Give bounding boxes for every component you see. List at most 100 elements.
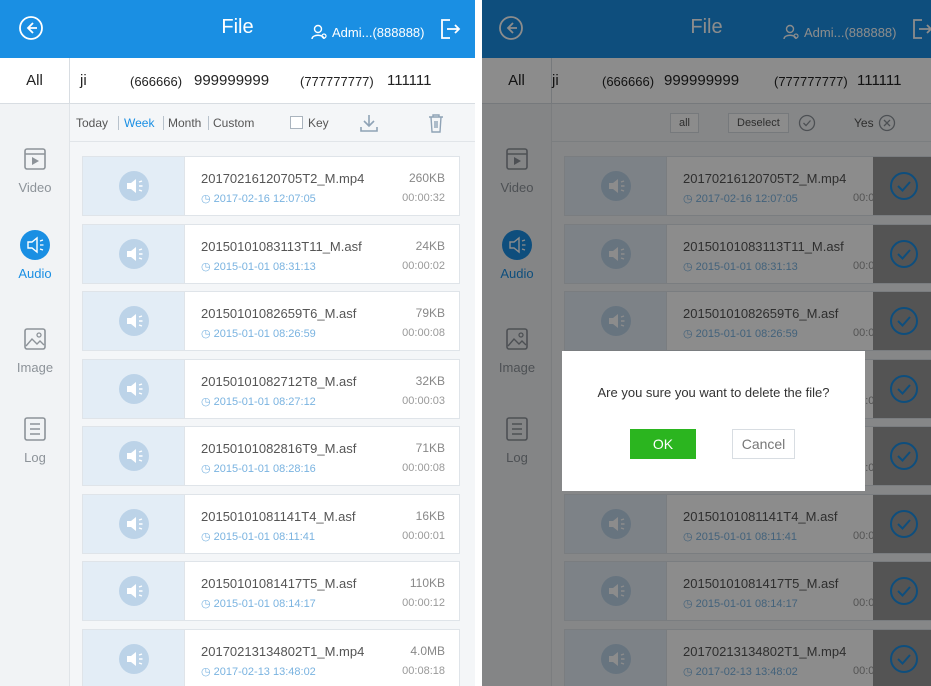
file-duration: 00:00:32 (402, 192, 445, 204)
cancel-button[interactable]: Cancel (732, 429, 795, 459)
speaker-icon (119, 306, 149, 336)
file-name: 20150101081417T5_M.asf (201, 576, 357, 591)
image-icon (24, 328, 46, 350)
key-checkbox[interactable] (290, 116, 303, 129)
file-time: ◷ 2015-01-01 08:31:13 (201, 260, 316, 273)
logout-icon[interactable] (438, 17, 462, 41)
trash-icon[interactable] (426, 112, 446, 134)
divider (208, 116, 209, 130)
file-card[interactable]: 20150101081141T4_M.asf ◷ 2015-01-01 08:11… (82, 493, 460, 554)
dialog-message: Are you sure you want to delete the file… (597, 385, 830, 400)
file-duration: 00:00:02 (402, 259, 445, 272)
file-duration: 00:00:01 (402, 529, 445, 542)
file-time-value: 2015-01-01 08:28:16 (213, 463, 316, 475)
file-time: ◷ 2015-01-01 08:14:17 (201, 598, 316, 610)
file-time: ◷ 2017-02-13 13:48:02 (201, 665, 316, 678)
file-thumbnail (83, 494, 185, 553)
sidebar-item-image[interactable]: Image (0, 324, 70, 375)
file-size: 110KB (409, 576, 445, 590)
file-name: 20150101082659T6_M.asf (201, 306, 357, 321)
file-time-value: 2015-01-01 08:27:12 (213, 395, 316, 408)
sidebar-item-audio[interactable]: Audio (0, 230, 70, 281)
speaker-icon (119, 508, 149, 539)
sidebar-item-label: Image (16, 360, 54, 375)
file-card[interactable]: 20150101083113T11_M.asf ◷ 2015-01-01 08:3… (82, 223, 460, 284)
file-thumbnail (83, 562, 185, 620)
device-item[interactable]: (666666) (130, 74, 182, 89)
device-item[interactable]: ji (80, 72, 87, 89)
file-thumbnail (83, 157, 185, 215)
sidebar-item-log[interactable]: Log (0, 414, 70, 465)
file-name: 20150101082816T9_M.asf (201, 441, 357, 456)
filter-week[interactable]: Week (124, 116, 154, 130)
file-name: 20150101081141T4_M.asf (201, 508, 356, 524)
delete-confirm-dialog: Are you sure you want to delete the file… (562, 351, 865, 491)
file-time-value: 2015-01-01 08:14:17 (213, 598, 316, 610)
back-icon[interactable] (18, 15, 44, 41)
device-item[interactable]: 999999999 (194, 72, 269, 89)
file-card[interactable]: 20150101082816T9_M.asf ◷ 2015-01-01 08:28… (82, 426, 460, 486)
file-size: 16KB (415, 508, 445, 523)
file-screen: File Admi...(888888) All ji (666666) 999… (0, 0, 475, 686)
sidebar: Video Audio Image Log (0, 104, 70, 686)
file-card[interactable]: 20150101081417T5_M.asf ◷ 2015-01-01 08:14… (82, 561, 460, 621)
file-size: 32KB (415, 373, 445, 388)
device-item[interactable]: 111111 (387, 72, 432, 89)
file-screen-delete-confirm: File Admi...(888888) All ji (666666) 999… (482, 0, 931, 686)
file-size: 79KB (415, 306, 445, 320)
filter-bar: Today Week Month Custom Key (70, 104, 475, 142)
file-time: ◷ 2015-01-01 08:27:12 (201, 395, 316, 408)
screen-divider (475, 0, 482, 686)
divider (163, 116, 164, 130)
file-time-value: 2017-02-16 12:07:05 (213, 193, 316, 205)
sidebar-item-label: Video (18, 180, 52, 195)
file-time-value: 2017-02-13 13:48:02 (213, 665, 316, 678)
file-card[interactable]: 20170213134802T1_M.mp4 ◷ 2017-02-13 13:48… (82, 628, 460, 686)
file-duration: 00:00:12 (402, 597, 445, 609)
device-tab-all[interactable]: All (0, 58, 70, 104)
top-bar: File Admi...(888888) (0, 0, 475, 58)
file-thumbnail (83, 292, 185, 350)
speaker-icon (119, 171, 149, 201)
user-account[interactable]: Admi...(888888) (310, 23, 425, 41)
file-card[interactable]: 20150101082659T6_M.asf ◷ 2015-01-01 08:26… (82, 291, 460, 351)
file-time-value: 2015-01-01 08:31:13 (213, 260, 316, 273)
video-icon (24, 148, 46, 170)
divider (118, 116, 119, 130)
file-time: ◷ 2015-01-01 08:11:41 (201, 530, 315, 543)
user-name: Admi...(888888) (332, 24, 425, 40)
file-duration: 00:00:08 (402, 327, 445, 339)
speaker-icon (119, 238, 149, 269)
sidebar-item-label: Audio (18, 266, 52, 281)
filter-custom[interactable]: Custom (213, 116, 254, 130)
file-time-value: 2015-01-01 08:26:59 (213, 328, 316, 340)
speaker-icon (119, 576, 149, 606)
speaker-icon (119, 643, 149, 674)
file-name: 20150101082712T8_M.asf (201, 373, 357, 389)
filter-today[interactable]: Today (76, 116, 108, 130)
file-name: 20150101083113T11_M.asf (201, 238, 362, 254)
file-duration: 00:00:08 (402, 462, 445, 474)
file-thumbnail (83, 427, 185, 485)
file-time: ◷ 2017-02-16 12:07:05 (201, 193, 316, 205)
device-bar: All ji (666666) 999999999 (777777777) 11… (0, 58, 475, 104)
ok-button[interactable]: OK (630, 429, 696, 459)
sidebar-item-video[interactable]: Video (0, 144, 70, 195)
file-card[interactable]: 20170216120705T2_M.mp4 ◷ 2017-02-16 12:07… (82, 156, 460, 216)
file-thumbnail (83, 359, 185, 418)
file-duration: 00:00:03 (402, 394, 445, 407)
modal-overlay (482, 0, 931, 686)
filter-month[interactable]: Month (168, 116, 201, 130)
file-thumbnail (83, 629, 185, 686)
file-size: 24KB (415, 238, 445, 253)
file-time-value: 2015-01-01 08:11:41 (213, 530, 315, 543)
file-card[interactable]: 20150101082712T8_M.asf ◷ 2015-01-01 08:27… (82, 358, 460, 419)
file-duration: 00:08:18 (402, 664, 445, 677)
download-icon[interactable] (358, 112, 380, 134)
audio-icon (20, 230, 50, 260)
speaker-icon (119, 441, 149, 471)
speaker-icon (119, 373, 149, 404)
file-list: 20170216120705T2_M.mp4 ◷ 2017-02-16 12:07… (70, 142, 475, 686)
device-item[interactable]: (777777777) (300, 74, 374, 89)
log-icon (24, 417, 46, 441)
